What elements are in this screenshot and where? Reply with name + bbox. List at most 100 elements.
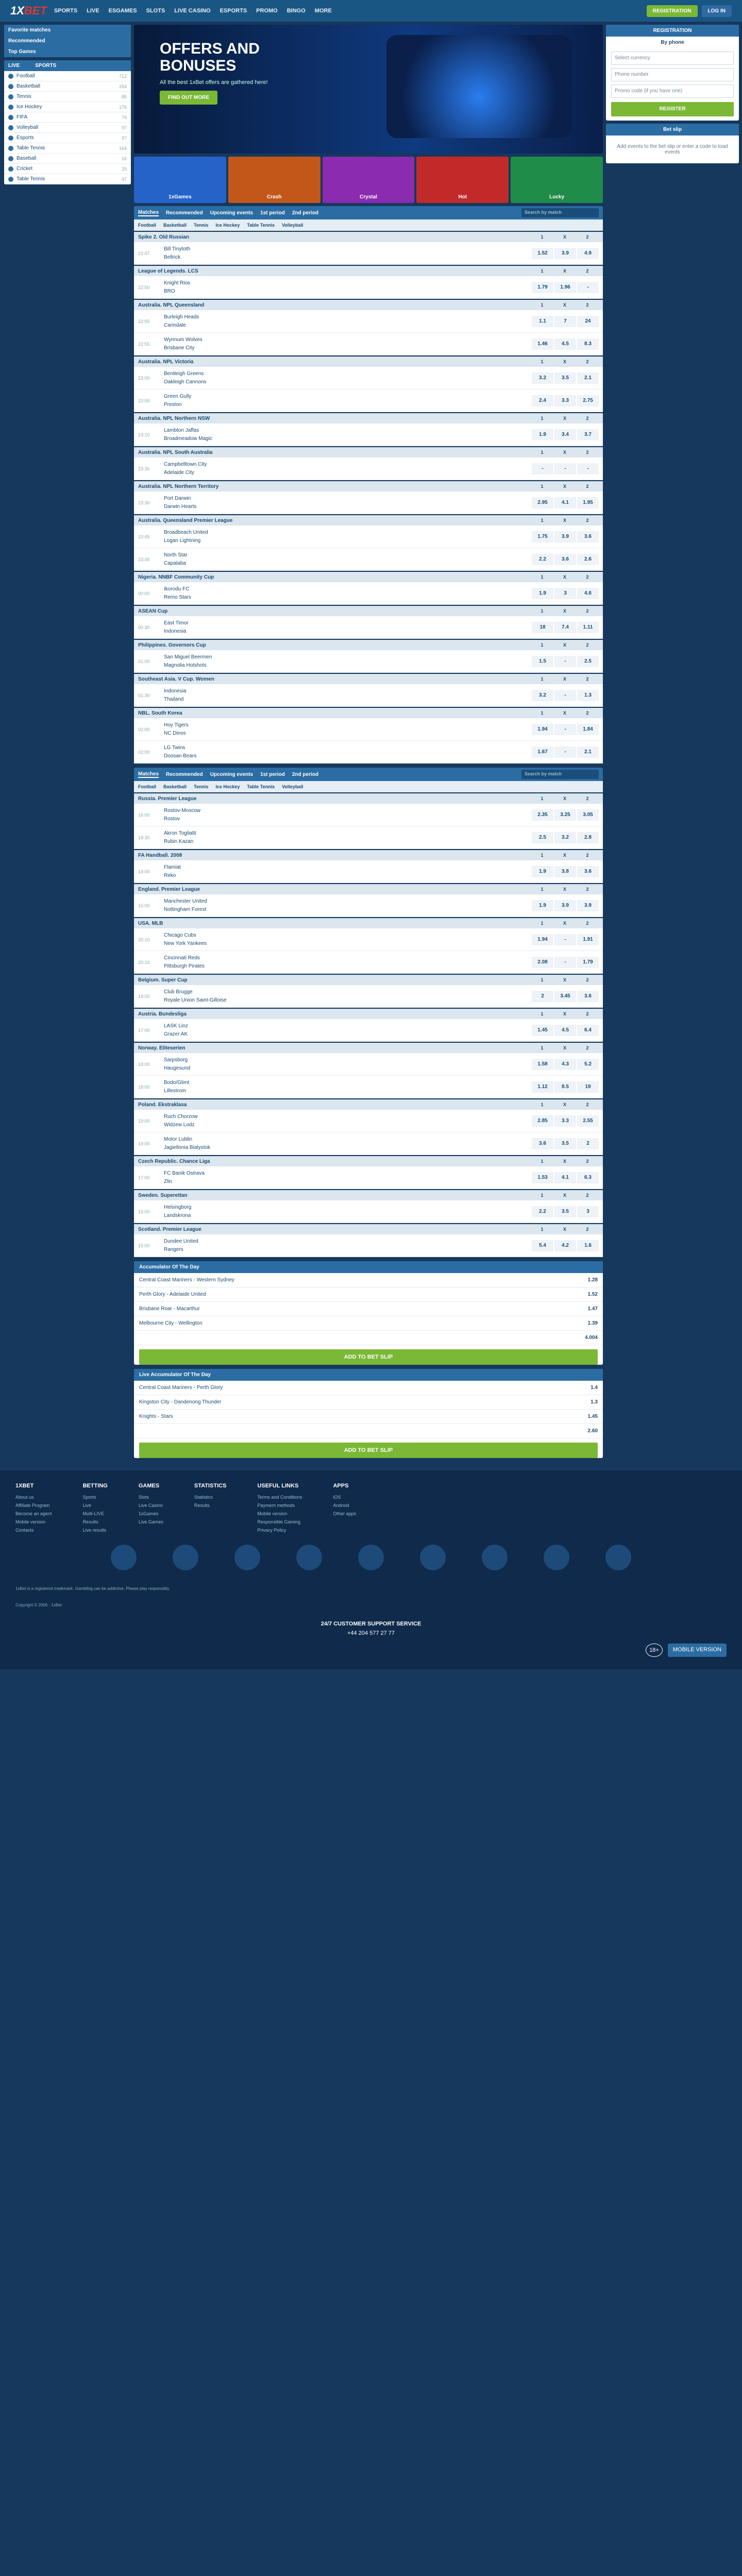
odds-button[interactable]: 3.6 bbox=[577, 990, 599, 1002]
event-tab[interactable]: 1st period bbox=[260, 210, 285, 216]
match-row[interactable]: 02:00 LG Twins Doosan Bears 1.67-2.1 bbox=[134, 741, 603, 764]
championship-header[interactable]: Poland. Ekstraklasa 1 X 2 bbox=[134, 1098, 603, 1110]
mobile-version-link[interactable]: MOBILE VERSION bbox=[667, 1643, 727, 1657]
event-tab[interactable]: 1st period bbox=[260, 772, 285, 777]
championship-header[interactable]: Australia. NPL South Australia 1 X 2 bbox=[134, 446, 603, 457]
odds-button[interactable]: 3.6 bbox=[554, 553, 576, 565]
phone-field[interactable]: Phone number bbox=[611, 68, 734, 81]
championship-header[interactable]: Norway. Eliteserien 1 X 2 bbox=[134, 1042, 603, 1053]
odds-button[interactable]: 7.4 bbox=[554, 621, 576, 633]
footer-link[interactable]: Terms and Conditions bbox=[257, 1493, 302, 1501]
sidebar-sport-item[interactable]: Cricket 29 bbox=[4, 164, 131, 174]
odds-button[interactable]: 2.2 bbox=[532, 1206, 553, 1217]
nav-item[interactable]: ESPORTS bbox=[220, 8, 247, 14]
odds-button[interactable]: 6.4 bbox=[577, 1024, 599, 1036]
odds-button[interactable]: 3.9 bbox=[554, 531, 576, 543]
sport-filter-item[interactable]: Ice Hockey bbox=[215, 784, 240, 789]
odds-button[interactable]: 2.1 bbox=[577, 372, 599, 384]
odds-button[interactable]: - bbox=[577, 281, 599, 293]
footer-link[interactable]: Results bbox=[194, 1501, 227, 1510]
match-row[interactable]: 22:55 Burleigh Heads Carindale 1.1 7 24 bbox=[134, 310, 603, 333]
partner-logo[interactable] bbox=[605, 1545, 631, 1570]
odds-button[interactable]: 2.35 bbox=[532, 809, 553, 821]
odds-button[interactable]: - bbox=[532, 463, 553, 474]
odds-button[interactable]: 3.45 bbox=[554, 990, 576, 1002]
match-row[interactable]: 19:00 Motor Lublin Jagiellonia Bialystok 3.… bbox=[134, 1132, 603, 1155]
match-row[interactable]: 19:00 Flamiat Reko 1.9 3.8 3.6 bbox=[134, 860, 603, 883]
odds-button[interactable]: 3.9 bbox=[554, 900, 576, 911]
odds-button[interactable]: 2.08 bbox=[532, 956, 553, 968]
odds-button[interactable]: 1.96 bbox=[554, 281, 576, 293]
match-row[interactable]: 22:47 Bill Tinytoth Bellrick 1.52 3.9 4.9 bbox=[134, 242, 603, 265]
championship-header[interactable]: League of Legends. LCS 1 X 2 bbox=[134, 265, 603, 276]
odds-button[interactable]: 1.53 bbox=[532, 1172, 553, 1183]
footer-link[interactable]: About us bbox=[15, 1493, 52, 1501]
event-tab[interactable]: Upcoming events bbox=[210, 772, 253, 777]
odds-button[interactable]: 24 bbox=[577, 315, 599, 327]
live-tab[interactable]: LIVE bbox=[8, 63, 20, 69]
sport-filter-item[interactable]: Volleyball bbox=[282, 784, 303, 789]
odds-button[interactable]: 1.67 bbox=[532, 746, 553, 758]
odds-button[interactable]: 6.3 bbox=[577, 1172, 599, 1183]
match-row[interactable]: 20:10 Cincinnati Reds Pittsburgh Pirates 2.… bbox=[134, 951, 603, 974]
championship-header[interactable]: Sweden. Superettan 1 X 2 bbox=[134, 1189, 603, 1200]
footer-link[interactable]: Other apps bbox=[333, 1510, 356, 1518]
odds-button[interactable]: 1.94 bbox=[532, 723, 553, 735]
nav-item[interactable]: LIVE CASINO bbox=[174, 8, 210, 14]
sidebar-sport-item[interactable]: Esports 97 bbox=[4, 133, 131, 143]
match-row[interactable]: 20:10 Chicago Cubs New York Yankees 1.94-1.… bbox=[134, 928, 603, 951]
event-tab[interactable]: 2nd period bbox=[292, 772, 318, 777]
search-input[interactable]: Search by match bbox=[521, 208, 599, 217]
match-row[interactable]: 23:45 North Star Capalaba 2.2 3.6 2.6 bbox=[134, 548, 603, 571]
footer-link[interactable]: Results bbox=[83, 1518, 108, 1526]
odds-button[interactable]: - bbox=[554, 655, 576, 667]
sidebar-sport-item[interactable]: Table Tennis 47 bbox=[4, 174, 131, 184]
championship-header[interactable]: Australia. NPL Victoria 1 X 2 bbox=[134, 355, 603, 367]
match-row[interactable]: 23:10 Lambton Jaffas Broadmeadow Magic 1.9 3… bbox=[134, 423, 603, 446]
odds-button[interactable]: 2.5 bbox=[577, 655, 599, 667]
game-tile[interactable]: Crash bbox=[228, 157, 321, 203]
nav-item[interactable]: BINGO bbox=[287, 8, 306, 14]
odds-button[interactable]: 3.4 bbox=[554, 429, 576, 440]
championship-header[interactable]: England. Premier League 1 X 2 bbox=[134, 883, 603, 894]
sport-filter-item[interactable]: Basketball bbox=[163, 784, 187, 789]
match-row[interactable]: 22:55 Wynnum Wolves Brisbane City 1.46 4.5 8.… bbox=[134, 333, 603, 355]
odds-button[interactable]: 19 bbox=[577, 1081, 599, 1093]
odds-button[interactable]: 3.9 bbox=[554, 247, 576, 259]
sidebar-sport-item[interactable]: Basketball 264 bbox=[4, 81, 131, 92]
register-button[interactable]: REGISTER bbox=[611, 102, 734, 116]
odds-button[interactable]: 3.6 bbox=[577, 866, 599, 877]
nav-item[interactable]: SPORTS bbox=[54, 8, 77, 14]
game-tile[interactable]: Crystal bbox=[322, 157, 415, 203]
footer-link[interactable]: Live bbox=[83, 1501, 108, 1510]
odds-button[interactable]: 1.84 bbox=[577, 723, 599, 735]
odds-button[interactable]: 1.52 bbox=[532, 247, 553, 259]
odds-button[interactable]: 3.6 bbox=[532, 1138, 553, 1149]
match-row[interactable]: 23:45 Broadbeach United Logan Lightning 1.7… bbox=[134, 526, 603, 548]
sport-filter-item[interactable]: Ice Hockey bbox=[215, 223, 240, 228]
odds-button[interactable]: 1.5 bbox=[532, 655, 553, 667]
event-tab[interactable]: Upcoming events bbox=[210, 210, 253, 216]
odds-button[interactable]: 1.9 bbox=[532, 587, 553, 599]
odds-button[interactable]: 4.6 bbox=[577, 587, 599, 599]
odds-button[interactable]: 3.05 bbox=[577, 809, 599, 821]
championship-header[interactable]: Australia. NPL Northern NSW 1 X 2 bbox=[134, 412, 603, 423]
footer-link[interactable]: Slots bbox=[139, 1493, 163, 1501]
recommended-header[interactable]: Recommended bbox=[4, 36, 131, 46]
sport-filter-item[interactable]: Table Tennis bbox=[247, 223, 275, 228]
odds-button[interactable]: 3.2 bbox=[532, 689, 553, 701]
odds-button[interactable]: 2.6 bbox=[577, 553, 599, 565]
odds-button[interactable]: 2.85 bbox=[532, 1115, 553, 1127]
footer-link[interactable]: Live Games bbox=[139, 1518, 163, 1526]
sidebar-sport-item[interactable]: Volleyball 97 bbox=[4, 123, 131, 133]
footer-link[interactable]: Contacts bbox=[15, 1526, 52, 1534]
event-tab[interactable]: Matches bbox=[138, 210, 159, 216]
odds-button[interactable]: 2.95 bbox=[532, 497, 553, 509]
odds-button[interactable]: 1.6 bbox=[577, 1240, 599, 1251]
footer-link[interactable]: Affiliate Program bbox=[15, 1501, 52, 1510]
championship-header[interactable]: Nigeria. NNBF Community Cup 1 X 2 bbox=[134, 571, 603, 582]
odds-button[interactable]: 4.2 bbox=[554, 1240, 576, 1251]
odds-button[interactable]: 3 bbox=[577, 1206, 599, 1217]
match-row[interactable]: 00:00 Ikorodu FC Remo Stars 1.9 3 4.6 bbox=[134, 582, 603, 605]
nav-item[interactable]: LIVE bbox=[87, 8, 99, 14]
